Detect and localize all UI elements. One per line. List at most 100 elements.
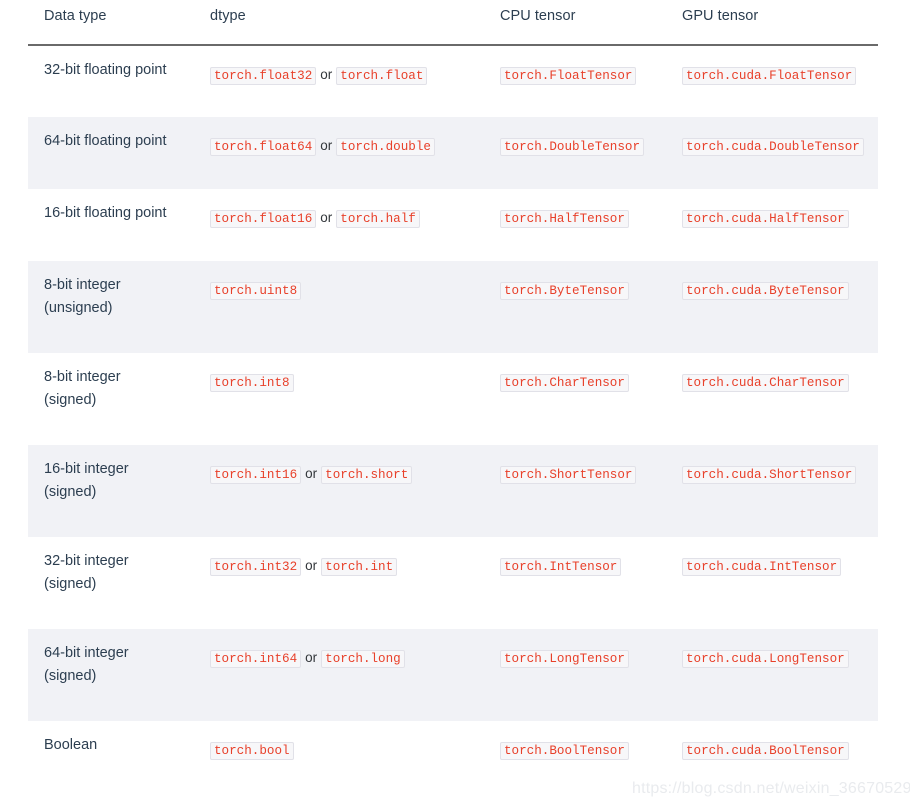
data-type-line-1: 64-bit floating point [44, 133, 167, 149]
dtype-conjunction: or [305, 650, 318, 665]
table-header-row: Data type dtype CPU tensor GPU tensor [28, 0, 878, 46]
dtype-code-alias: torch.double [336, 138, 435, 156]
dtype-code-alias: torch.int [321, 558, 398, 576]
data-type-line-1: 32-bit integer [44, 553, 129, 569]
data-type-line-1: 16-bit floating point [44, 205, 167, 221]
dtype-code-alias: torch.long [321, 650, 405, 668]
dtype-code-alias: torch.short [321, 466, 413, 484]
cell-gpu-tensor: torch.cuda.ShortTensor [666, 445, 878, 537]
data-type-line-1: 64-bit integer [44, 645, 129, 661]
cell-data-type: Boolean [28, 721, 194, 793]
dtype-code-primary: torch.int8 [210, 374, 294, 392]
watermark-text: https://blog.csdn.net/weixin_36670529 [632, 780, 910, 797]
cell-data-type: 16-bit floating point [28, 189, 194, 261]
cell-gpu-tensor: torch.cuda.HalfTensor [666, 189, 878, 261]
data-type-line-2: (signed) [44, 576, 97, 593]
cell-gpu-tensor: torch.cuda.FloatTensor [666, 45, 878, 117]
cell-dtype: torch.uint8 [194, 261, 484, 353]
cell-data-type: 8-bit integer (unsigned) [28, 261, 194, 353]
gpu-tensor-code: torch.cuda.DoubleTensor [682, 138, 864, 156]
gpu-tensor-code: torch.cuda.LongTensor [682, 650, 849, 668]
table-header: Data type dtype CPU tensor GPU tensor [28, 0, 878, 46]
dtype-conjunction: or [320, 138, 333, 153]
column-header-dtype: dtype [194, 0, 484, 46]
cell-data-type: 8-bit integer (signed) [28, 353, 194, 445]
dtype-conjunction: or [320, 67, 333, 82]
dtype-reference-table: Data type dtype CPU tensor GPU tensor 32… [28, 0, 878, 793]
cell-cpu-tensor: torch.CharTensor [484, 353, 666, 445]
dtype-code-primary: torch.bool [210, 742, 294, 760]
gpu-tensor-code: torch.cuda.FloatTensor [682, 67, 857, 85]
cell-dtype: torch.bool [194, 721, 484, 793]
cell-gpu-tensor: torch.cuda.DoubleTensor [666, 117, 878, 189]
table-row: 64-bit integer (signed) torch.int64 or torch… [28, 629, 878, 721]
cpu-tensor-code: torch.LongTensor [500, 650, 629, 668]
cell-cpu-tensor: torch.LongTensor [484, 629, 666, 721]
dtype-code-primary: torch.uint8 [210, 282, 302, 300]
dtype-code-primary: torch.float64 [210, 138, 317, 156]
cell-cpu-tensor: torch.ByteTensor [484, 261, 666, 353]
cell-gpu-tensor: torch.cuda.ByteTensor [666, 261, 878, 353]
cpu-tensor-code: torch.ByteTensor [500, 282, 629, 300]
data-type-line-1: 32-bit floating point [44, 62, 167, 78]
cell-cpu-tensor: torch.IntTensor [484, 537, 666, 629]
cell-dtype: torch.int32 or torch.int [194, 537, 484, 629]
data-type-line-1: 8-bit integer [44, 369, 121, 385]
gpu-tensor-code: torch.cuda.ShortTensor [682, 466, 857, 484]
data-type-line-1: 8-bit integer [44, 277, 121, 293]
cell-dtype: torch.float64 or torch.double [194, 117, 484, 189]
data-type-line-1: Boolean [44, 737, 98, 753]
dtype-code-primary: torch.int32 [210, 558, 302, 576]
dtype-code-alias: torch.float [336, 67, 428, 85]
cell-data-type: 64-bit floating point [28, 117, 194, 189]
cell-dtype: torch.int64 or torch.long [194, 629, 484, 721]
table-row: 8-bit integer (signed) torch.int8 torch.Cha… [28, 353, 878, 445]
cpu-tensor-code: torch.ShortTensor [500, 466, 637, 484]
gpu-tensor-code: torch.cuda.CharTensor [682, 374, 849, 392]
table-body: 32-bit floating point torch.float32 or torc… [28, 45, 878, 793]
data-type-line-1: 16-bit integer [44, 461, 129, 477]
cell-cpu-tensor: torch.HalfTensor [484, 189, 666, 261]
cell-cpu-tensor: torch.ShortTensor [484, 445, 666, 537]
data-type-line-2: (signed) [44, 668, 97, 685]
gpu-tensor-code: torch.cuda.ByteTensor [682, 282, 849, 300]
cell-dtype: torch.int8 [194, 353, 484, 445]
dtype-code-alias: torch.half [336, 210, 420, 228]
cell-gpu-tensor: torch.cuda.IntTensor [666, 537, 878, 629]
cell-gpu-tensor: torch.cuda.CharTensor [666, 353, 878, 445]
cell-gpu-tensor: torch.cuda.LongTensor [666, 629, 878, 721]
cell-dtype: torch.float16 or torch.half [194, 189, 484, 261]
cell-data-type: 64-bit integer (signed) [28, 629, 194, 721]
dtype-conjunction: or [305, 466, 318, 481]
dtype-code-primary: torch.int16 [210, 466, 302, 484]
table-row: 16-bit floating point torch.float16 or torc… [28, 189, 878, 261]
dtype-code-primary: torch.int64 [210, 650, 302, 668]
gpu-tensor-code: torch.cuda.IntTensor [682, 558, 842, 576]
cpu-tensor-code: torch.HalfTensor [500, 210, 629, 228]
data-type-line-2: (signed) [44, 484, 97, 501]
column-header-data-type: Data type [28, 0, 194, 46]
dtype-code-primary: torch.float32 [210, 67, 317, 85]
dtype-conjunction: or [320, 210, 333, 225]
cell-data-type: 16-bit integer (signed) [28, 445, 194, 537]
table-row: 32-bit integer (signed) torch.int32 or torch… [28, 537, 878, 629]
data-type-line-2: (unsigned) [44, 300, 113, 317]
gpu-tensor-code: torch.cuda.BoolTensor [682, 742, 849, 760]
cell-data-type: 32-bit integer (signed) [28, 537, 194, 629]
cell-cpu-tensor: torch.FloatTensor [484, 45, 666, 117]
column-header-gpu-tensor: GPU tensor [666, 0, 878, 46]
cell-cpu-tensor: torch.DoubleTensor [484, 117, 666, 189]
table-row: 64-bit floating point torch.float64 or torc… [28, 117, 878, 189]
cell-dtype: torch.int16 or torch.short [194, 445, 484, 537]
data-type-line-2: (signed) [44, 392, 97, 409]
cpu-tensor-code: torch.FloatTensor [500, 67, 637, 85]
dtype-conjunction: or [305, 558, 318, 573]
table-row: 16-bit integer (signed) torch.int16 or torch… [28, 445, 878, 537]
cell-data-type: 32-bit floating point [28, 45, 194, 117]
table-row: 8-bit integer (unsigned) torch.uint8 torch.… [28, 261, 878, 353]
gpu-tensor-code: torch.cuda.HalfTensor [682, 210, 849, 228]
cpu-tensor-code: torch.CharTensor [500, 374, 629, 392]
column-header-cpu-tensor: CPU tensor [484, 0, 666, 46]
cell-dtype: torch.float32 or torch.float [194, 45, 484, 117]
table-row: 32-bit floating point torch.float32 or torc… [28, 45, 878, 117]
